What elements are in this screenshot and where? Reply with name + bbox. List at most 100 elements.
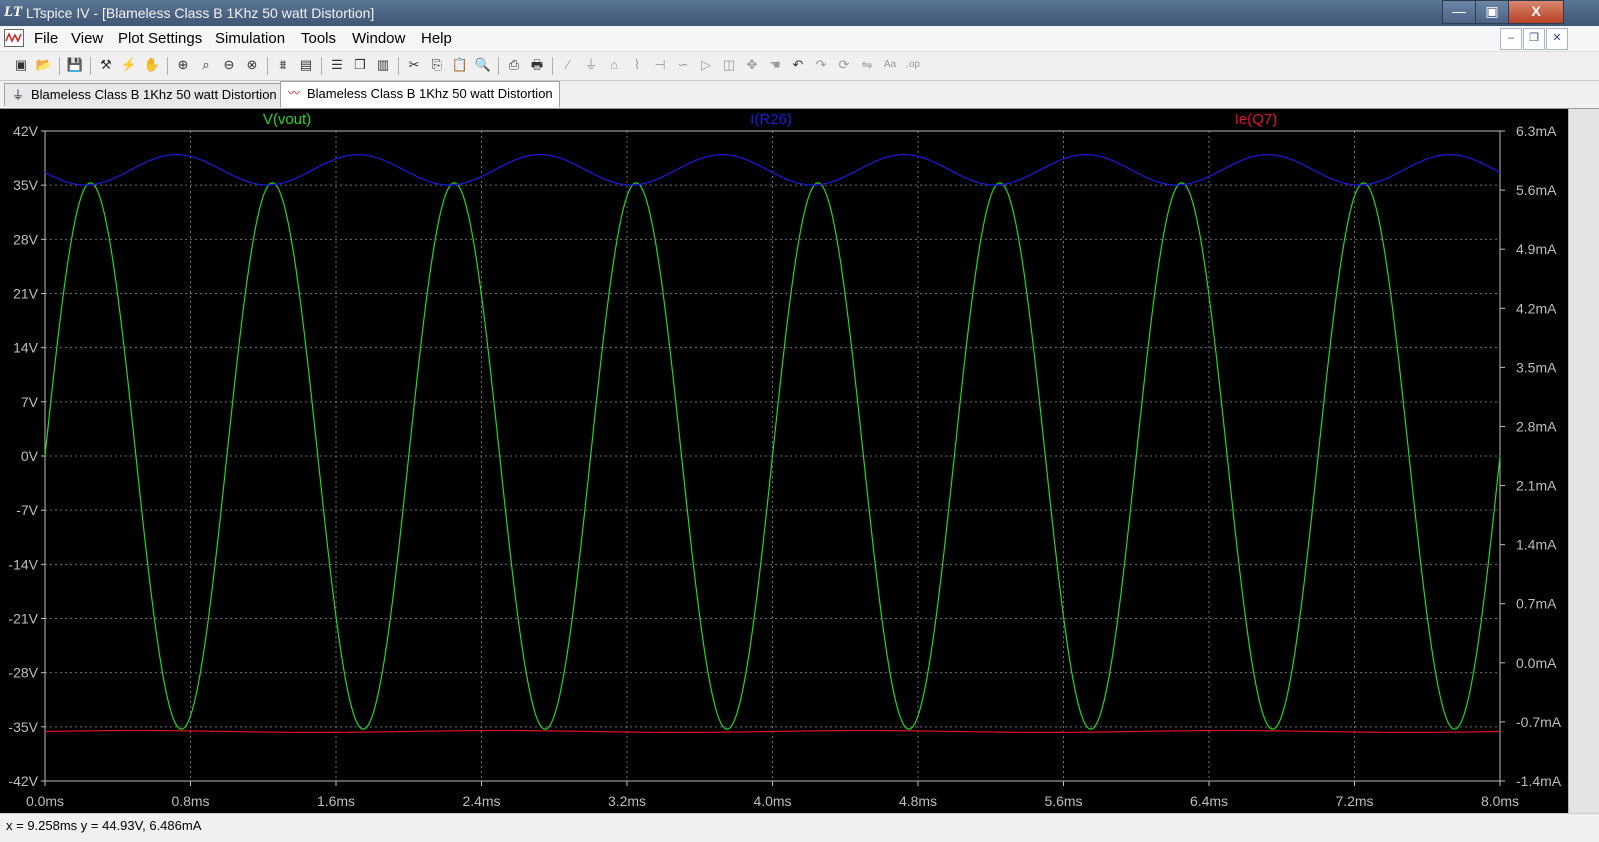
- inductor-icon[interactable]: ∽: [674, 56, 692, 74]
- spice-directive-icon[interactable]: .op: [904, 56, 922, 74]
- maximize-button[interactable]: ▣: [1475, 0, 1509, 24]
- left-tick-label: 28V: [13, 231, 39, 247]
- toolbar-separator: [267, 57, 268, 75]
- menu-help[interactable]: Help: [421, 30, 452, 47]
- trace-legend: V(vout) I(R26) Ie(Q7): [263, 111, 1277, 128]
- print-preview-icon[interactable]: ⎙: [505, 56, 523, 74]
- waveform-chart[interactable]: 42V 35V 28V 21V 14V 7V 0V -7V -14V -21V -28V -35V -4…: [0, 109, 1568, 813]
- cascade-icon[interactable]: ❐: [351, 56, 369, 74]
- undo-icon[interactable]: ↶: [789, 56, 807, 74]
- tile-horizontal-icon[interactable]: ☰: [328, 56, 346, 74]
- x-tick-label: 7.2ms: [1335, 793, 1373, 809]
- rotate-icon[interactable]: ⟳: [835, 56, 853, 74]
- cut-icon[interactable]: ✂: [405, 56, 423, 74]
- new-schematic-icon[interactable]: ▣: [12, 56, 30, 74]
- legend-i-r26-[interactable]: I(R26): [750, 111, 792, 128]
- find-icon[interactable]: 🔍: [474, 56, 492, 74]
- zoom-box-icon[interactable]: ⌕: [197, 56, 215, 74]
- zoom-cancel-icon[interactable]: ⊗: [243, 56, 261, 74]
- open-icon[interactable]: 📂: [35, 56, 53, 74]
- pan-hand-icon[interactable]: ✋: [143, 56, 161, 74]
- run-icon[interactable]: ⚡: [120, 56, 138, 74]
- tab-label: Blameless Class B 1Khz 50 watt Distortio…: [307, 86, 553, 101]
- toolbar-separator: [398, 57, 399, 75]
- minimize-button[interactable]: —: [1442, 0, 1476, 24]
- mdi-close-button[interactable]: ✕: [1546, 28, 1568, 50]
- left-y-axis-ticks: 42V 35V 28V 21V 14V 7V 0V -7V -14V -21V -28V -35V -4…: [8, 123, 45, 789]
- component-icon[interactable]: ◫: [720, 56, 738, 74]
- text-icon[interactable]: Aa: [881, 56, 899, 74]
- document-tab-bar: ⏚ Blameless Class B 1Khz 50 watt Distort…: [0, 81, 1599, 109]
- vertical-scrollbar[interactable]: [1568, 109, 1599, 813]
- waveform-plot-pane[interactable]: 42V 35V 28V 21V 14V 7V 0V -7V -14V -21V -28V -35V -4…: [0, 109, 1568, 813]
- print-icon[interactable]: 🖶: [528, 56, 546, 74]
- tab-schematic[interactable]: ⏚ Blameless Class B 1Khz 50 watt Distort…: [4, 83, 284, 106]
- toolbar-separator: [90, 57, 91, 75]
- left-tick-label: -21V: [8, 611, 38, 627]
- menu-tools[interactable]: Tools: [301, 30, 336, 47]
- left-tick-label: -35V: [8, 719, 38, 735]
- tab-waveform[interactable]: 〰 Blameless Class B 1Khz 50 watt Distort…: [280, 81, 560, 107]
- toolbar-separator: [321, 57, 322, 75]
- mirror-icon[interactable]: ⇋: [858, 56, 876, 74]
- right-tick-label: 1.4mA: [1516, 537, 1557, 553]
- trace-i-r26-: [44, 154, 1501, 186]
- capacitor-icon[interactable]: ⊣: [651, 56, 669, 74]
- menu-file[interactable]: File: [34, 30, 58, 47]
- view-spice-icon[interactable]: ▤: [297, 56, 315, 74]
- toolbar-separator: [167, 57, 168, 75]
- toolbar-separator: [498, 57, 499, 75]
- toolbar: ▣ 📂 💾 ⚒ ⚡ ✋ ⊕ ⌕ ⊖ ⊗ ⩩ ▤ ☰ ❐ ▥ ✂ ⎘ 📋 🔍 ⎙ 🖶 ∕ ⏚ ⌂ ⌇ ⊣ ∽ ▷ ◫ ✥ ☚ ↶ ↷ ⟳ ⇋ Aa .op: [0, 52, 1599, 81]
- zoom-out-icon[interactable]: ⊖: [220, 56, 238, 74]
- ground-icon[interactable]: ⏚: [582, 56, 600, 74]
- waveform-icon: 〰: [287, 86, 300, 100]
- legend-ie-q7-[interactable]: Ie(Q7): [1235, 111, 1278, 128]
- left-tick-label: 21V: [13, 286, 39, 302]
- left-tick-label: 7V: [21, 394, 39, 410]
- label-icon[interactable]: ⌂: [605, 56, 623, 74]
- menu-view[interactable]: View: [71, 30, 103, 47]
- tile-vertical-icon[interactable]: ▥: [374, 56, 392, 74]
- save-icon[interactable]: 💾: [66, 56, 84, 74]
- right-tick-label: -0.7mA: [1516, 714, 1562, 730]
- x-tick-label: 3.2ms: [608, 793, 646, 809]
- left-tick-label: -7V: [16, 502, 38, 518]
- mdi-restore-button[interactable]: ❐: [1523, 28, 1545, 50]
- cursor-readout: x = 9.258ms y = 44.93V, 6.486mA: [6, 818, 202, 833]
- menu-plot-settings[interactable]: Plot Settings: [118, 30, 202, 47]
- toolbar-separator: [59, 57, 60, 75]
- copy-icon[interactable]: ⎘: [428, 56, 446, 74]
- zoom-in-icon[interactable]: ⊕: [174, 56, 192, 74]
- mdi-minimize-button[interactable]: –: [1500, 28, 1522, 50]
- right-tick-label: 0.7mA: [1516, 596, 1557, 612]
- close-button[interactable]: X: [1508, 0, 1564, 24]
- left-tick-label: -42V: [8, 773, 38, 789]
- waveform-window-icon[interactable]: [4, 29, 24, 47]
- left-tick-label: 42V: [13, 123, 39, 139]
- resistor-icon[interactable]: ⌇: [628, 56, 646, 74]
- drag-icon[interactable]: ☚: [766, 56, 784, 74]
- right-tick-label: 4.2mA: [1516, 300, 1557, 316]
- right-tick-label: 4.9mA: [1516, 241, 1557, 257]
- legend-v-vout-[interactable]: V(vout): [263, 111, 311, 128]
- x-tick-label: 6.4ms: [1190, 793, 1228, 809]
- menu-simulation[interactable]: Simulation: [215, 30, 285, 47]
- paste-icon[interactable]: 📋: [451, 56, 469, 74]
- x-tick-label: 0.0ms: [26, 793, 64, 809]
- autorange-icon[interactable]: ⩩: [274, 56, 292, 74]
- control-panel-icon[interactable]: ⚒: [97, 56, 115, 74]
- schematic-icon: ⏚: [11, 88, 24, 102]
- diode-icon[interactable]: ▷: [697, 56, 715, 74]
- right-tick-label: 6.3mA: [1516, 123, 1557, 139]
- left-tick-label: -14V: [8, 556, 38, 572]
- left-tick-label: -28V: [8, 665, 38, 681]
- title-bar: LT LTspice IV - [Blameless Class B 1Khz …: [0, 0, 1599, 26]
- menu-window[interactable]: Window: [352, 30, 405, 47]
- right-tick-label: 2.1mA: [1516, 478, 1557, 494]
- redo-icon[interactable]: ↷: [812, 56, 830, 74]
- move-icon[interactable]: ✥: [743, 56, 761, 74]
- right-y-axis-ticks: 6.3mA 5.6mA 4.9mA 4.2mA 3.5mA 2.8mA 2.1mA 1.4mA…: [1500, 123, 1562, 789]
- right-tick-label: 5.6mA: [1516, 182, 1557, 198]
- left-tick-label: 14V: [13, 340, 39, 356]
- wire-icon[interactable]: ∕: [559, 56, 577, 74]
